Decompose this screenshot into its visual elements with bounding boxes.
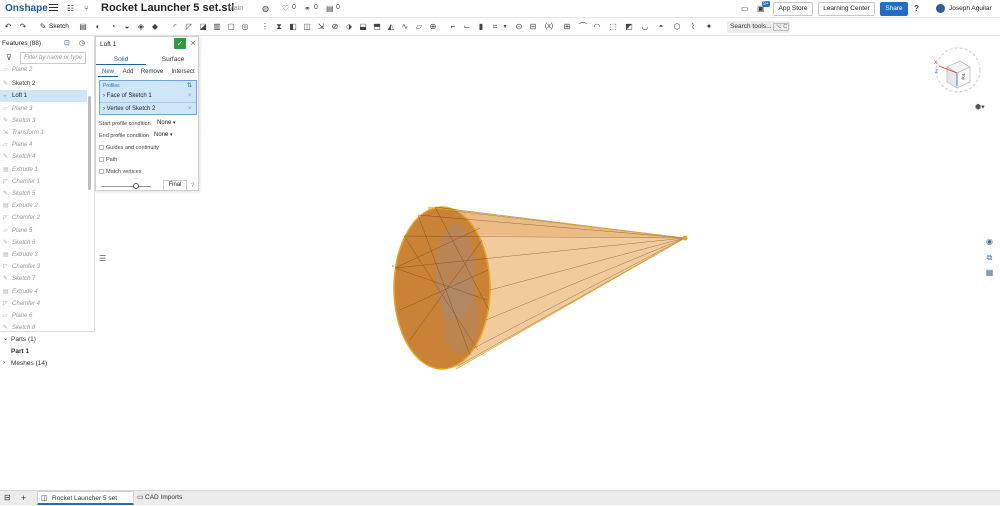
view-cube[interactable]: X Z Top	[929, 45, 987, 95]
axis-x-label: X	[934, 60, 938, 66]
properties-icon[interactable]: ▦	[984, 268, 995, 279]
cone-model[interactable]	[391, 206, 688, 370]
appearance-icon[interactable]: ◉	[984, 237, 995, 248]
configurations-icon[interactable]: ⧉	[984, 253, 995, 264]
tab-rocket-launcher[interactable]: ◫ Rocket Launcher 5 set	[37, 491, 134, 505]
folder-icon: ▭	[137, 494, 144, 501]
viewport-3d[interactable]	[0, 0, 1000, 505]
tab-manager-icon[interactable]: ⊟	[4, 491, 11, 505]
cube-face-label: Top	[961, 72, 967, 81]
bottom-tab-bar: ⊟ + ◫ Rocket Launcher 5 set ▭ CAD Imports	[0, 490, 1000, 505]
part-studio-icon: ◫	[41, 495, 48, 502]
axis-z-label: Z	[935, 69, 939, 75]
tab-cad-imports[interactable]: ▭ CAD Imports	[137, 491, 198, 505]
view-options-icon[interactable]: ⬢▾	[975, 103, 985, 111]
add-tab-icon[interactable]: +	[21, 491, 26, 505]
apex-vertex[interactable]	[682, 235, 688, 241]
